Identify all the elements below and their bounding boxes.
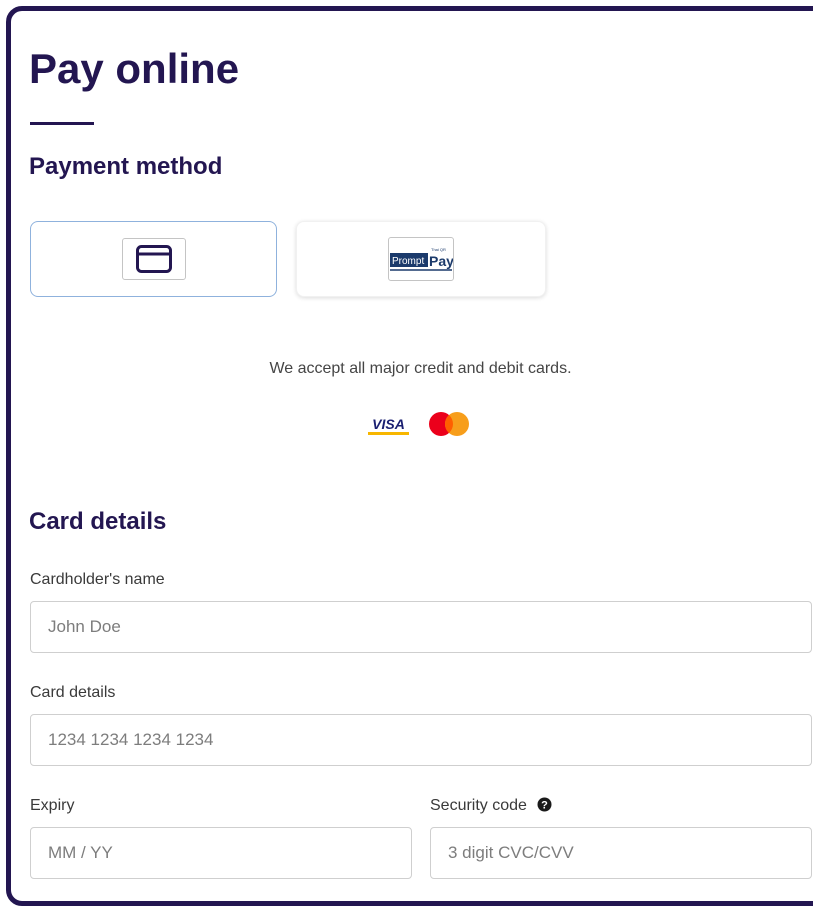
mastercard-logo: [429, 412, 469, 436]
card-details-heading: Card details: [29, 508, 167, 535]
promptpay-logo: Prompt Pay Thai QR: [388, 237, 454, 281]
svg-text:Thai QR: Thai QR: [431, 247, 446, 252]
svg-text:VISA: VISA: [372, 416, 405, 432]
security-code-input[interactable]: [430, 827, 812, 879]
payment-option-card[interactable]: [30, 221, 277, 297]
credit-card-icon: [121, 238, 186, 280]
cardholder-name-label: Cardholder's name: [30, 571, 165, 588]
card-brand-logos: VISA: [368, 410, 472, 440]
title-underline: [30, 122, 94, 125]
card-number-label: Card details: [30, 684, 116, 701]
expiry-label: Expiry: [30, 797, 75, 814]
security-code-label: Security code: [430, 797, 527, 814]
payment-panel: [6, 6, 813, 906]
accepted-cards-text: We accept all major credit and debit car…: [269, 360, 572, 377]
svg-text:Pay: Pay: [429, 253, 453, 269]
svg-text:?: ?: [542, 800, 549, 812]
payment-option-promptpay[interactable]: Prompt Pay Thai QR: [296, 221, 546, 297]
card-number-input[interactable]: [30, 714, 812, 766]
question-circle-icon[interactable]: ?: [537, 797, 552, 818]
expiry-input[interactable]: [30, 827, 412, 879]
cardholder-name-input[interactable]: [30, 601, 812, 653]
visa-logo: VISA: [368, 412, 409, 435]
page-title: Pay online: [29, 45, 240, 92]
payment-method-heading: Payment method: [29, 153, 223, 180]
svg-text:Prompt: Prompt: [392, 256, 424, 267]
security-code-label-row: Security code ?: [430, 796, 552, 818]
